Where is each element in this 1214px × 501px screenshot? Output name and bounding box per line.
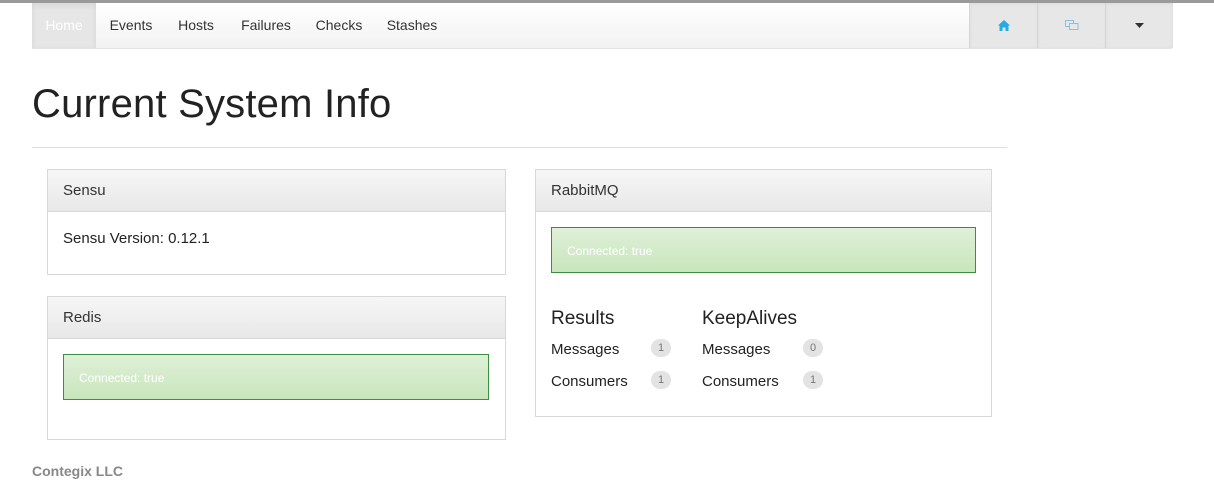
nav-events[interactable]: Events: [100, 3, 162, 48]
nav-chat-button[interactable]: [1037, 3, 1106, 48]
home-icon: [998, 20, 1010, 31]
nav-checks[interactable]: Checks: [310, 3, 368, 48]
rabbitmq-panel: RabbitMQ Connected: true Results Message…: [535, 169, 992, 417]
results-heading: Results: [551, 308, 615, 329]
redis-status-alert: Connected: true: [63, 354, 489, 400]
nav-home[interactable]: Home: [32, 3, 96, 48]
results-consumers-label: Consumers: [551, 373, 628, 390]
results-consumers-badge: 1: [651, 371, 671, 389]
nav-stashes[interactable]: Stashes: [380, 3, 444, 48]
keepalives-consumers-label: Consumers: [702, 373, 779, 390]
sensu-panel-heading: Sensu: [48, 170, 505, 212]
keepalives-messages-label: Messages: [702, 341, 771, 358]
navbar: Home Events Hosts Failures Checks Stashe…: [32, 3, 1173, 49]
nav-home-button[interactable]: [969, 3, 1038, 48]
footer-company: Contegix LLC: [32, 463, 123, 479]
keepalives-messages-badge: 0: [803, 339, 823, 357]
rabbitmq-status-alert: Connected: true: [551, 227, 976, 273]
results-messages-label: Messages: [551, 341, 620, 358]
keepalives-consumers-badge: 1: [803, 371, 823, 389]
results-messages-badge: 1: [651, 339, 671, 357]
nav-failures[interactable]: Failures: [232, 3, 300, 48]
keepalives-heading: KeepAlives: [702, 308, 798, 329]
sensu-panel: Sensu Sensu Version: 0.12.1: [47, 169, 506, 275]
caret-down-icon: [1135, 23, 1144, 28]
rabbitmq-panel-heading: RabbitMQ: [536, 170, 991, 212]
nav-hosts[interactable]: Hosts: [168, 3, 224, 48]
sensu-version: Sensu Version: 0.12.1: [63, 230, 210, 247]
page-title: Current System Info: [32, 82, 392, 126]
redis-panel: Redis Connected: true: [47, 296, 506, 440]
chat-icon: [1065, 20, 1079, 30]
redis-panel-heading: Redis: [48, 297, 505, 339]
title-divider: [32, 147, 1007, 148]
nav-dropdown-button[interactable]: [1105, 3, 1173, 48]
